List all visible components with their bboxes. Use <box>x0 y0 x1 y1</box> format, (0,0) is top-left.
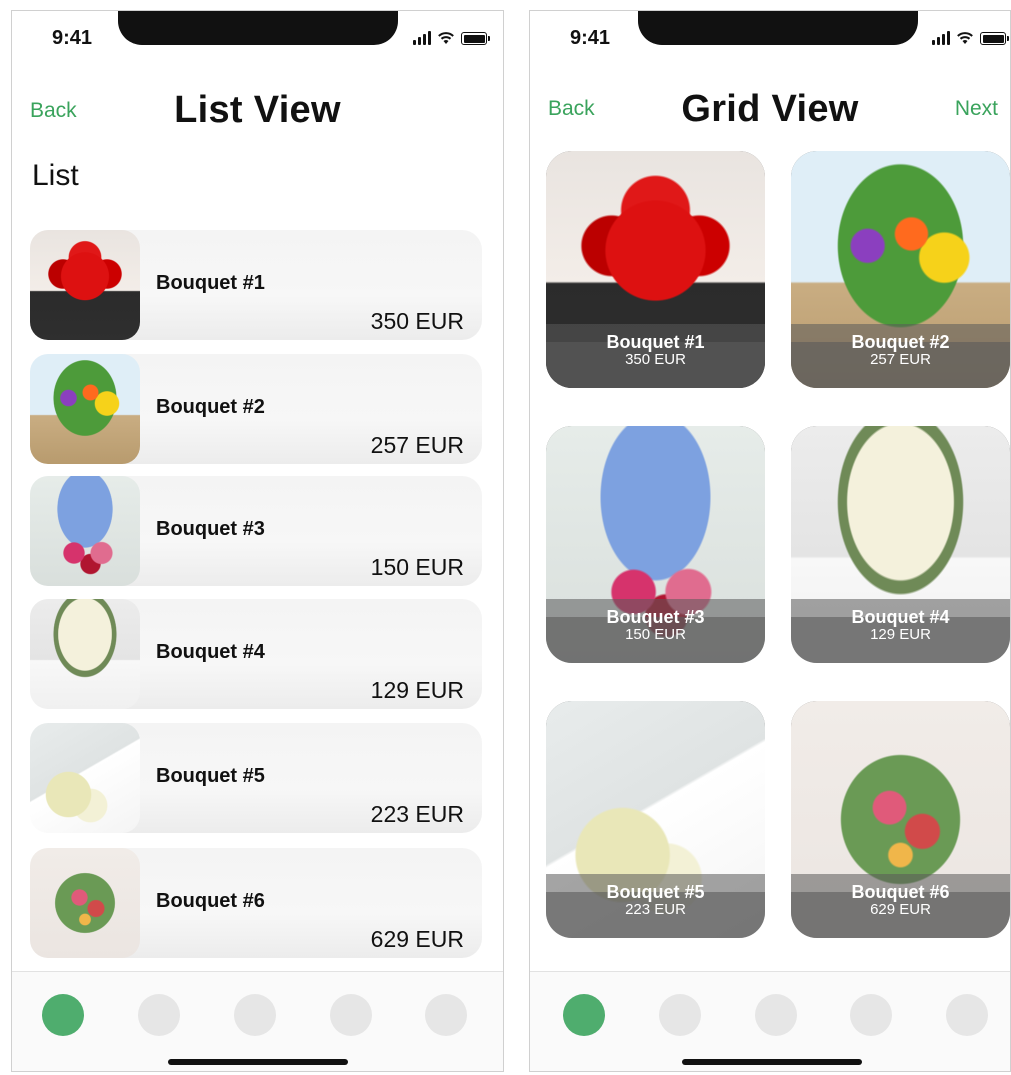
grid-item-bouquet-1[interactable]: Bouquet #1 350 EUR <box>546 151 765 388</box>
list-item-bouquet-2[interactable]: Bouquet #2 257 EUR <box>30 354 482 464</box>
status-icons <box>413 31 490 45</box>
list-item-price: 350 EUR <box>370 308 464 334</box>
grid-item-price: 350 EUR <box>625 351 686 368</box>
list-item-price: 223 EUR <box>370 801 464 827</box>
list-item-name: Bouquet #1 <box>156 272 265 294</box>
list-item-price: 150 EUR <box>370 554 464 580</box>
list-view-screen: 9:41 Back List View List Bouquet #1 350 … <box>11 10 504 1072</box>
home-indicator[interactable] <box>682 1059 862 1065</box>
grid-item-name: Bouquet #2 <box>851 332 950 352</box>
tab-bar <box>530 971 1010 1071</box>
page-title: List View <box>174 89 341 131</box>
tab-2[interactable] <box>659 994 701 1036</box>
list-item-price: 629 EUR <box>370 926 464 952</box>
grid-item-bouquet-3[interactable]: Bouquet #3 150 EUR <box>546 426 765 663</box>
tab-5[interactable] <box>946 994 988 1036</box>
grid-item-name: Bouquet #6 <box>851 882 950 902</box>
grid-item-price: 257 EUR <box>870 351 931 368</box>
grid-item-caption: Bouquet #1 350 EUR <box>546 324 765 388</box>
list-item-bouquet-3[interactable]: Bouquet #3 150 EUR <box>30 476 482 586</box>
grid-item-caption: Bouquet #6 629 EUR <box>791 874 1010 938</box>
grid-item-caption: Bouquet #2 257 EUR <box>791 324 1010 388</box>
wifi-icon <box>956 31 974 45</box>
grid-item-price: 629 EUR <box>870 901 931 918</box>
bouquet-photo <box>30 354 140 464</box>
battery-icon <box>980 32 1009 45</box>
tab-1[interactable] <box>563 994 605 1036</box>
bouquet-photo <box>30 476 140 586</box>
list-item-name: Bouquet #4 <box>156 641 265 663</box>
status-time: 9:41 <box>570 27 611 49</box>
list-item-price: 257 EUR <box>370 432 464 458</box>
page-title: Grid View <box>681 88 859 130</box>
bouquet-photo <box>30 599 140 709</box>
list-item-name: Bouquet #3 <box>156 518 265 540</box>
list-item-price: 129 EUR <box>370 677 464 703</box>
cellular-signal-icon <box>413 31 431 45</box>
tab-3[interactable] <box>234 994 276 1036</box>
grid-item-name: Bouquet #4 <box>851 607 950 627</box>
tab-1[interactable] <box>42 994 84 1036</box>
grid-view-screen: 9:41 Back Grid View Next Bouquet #1 350 … <box>529 10 1011 1072</box>
list-item-name: Bouquet #2 <box>156 396 265 418</box>
status-icons <box>932 31 1009 45</box>
grid-item-name: Bouquet #3 <box>606 607 705 627</box>
grid-item-bouquet-5[interactable]: Bouquet #5 223 EUR <box>546 701 765 938</box>
battery-icon <box>461 32 490 45</box>
grid-item-price: 223 EUR <box>625 901 686 918</box>
list-item-bouquet-4[interactable]: Bouquet #4 129 EUR <box>30 599 482 709</box>
list-item-name: Bouquet #6 <box>156 890 265 912</box>
status-time: 9:41 <box>52 27 93 49</box>
tab-4[interactable] <box>850 994 892 1036</box>
bouquet-photo <box>30 723 140 833</box>
grid-item-caption: Bouquet #5 223 EUR <box>546 874 765 938</box>
device-notch <box>118 11 398 45</box>
next-button[interactable]: Next <box>955 97 998 121</box>
grid-item-caption: Bouquet #4 129 EUR <box>791 599 1010 663</box>
tab-2[interactable] <box>138 994 180 1036</box>
tab-5[interactable] <box>425 994 467 1036</box>
grid-item-bouquet-4[interactable]: Bouquet #4 129 EUR <box>791 426 1010 663</box>
list-item-bouquet-1[interactable]: Bouquet #1 350 EUR <box>30 230 482 340</box>
grid-item-caption: Bouquet #3 150 EUR <box>546 599 765 663</box>
device-notch <box>638 11 918 45</box>
bouquet-photo <box>30 230 140 340</box>
cellular-signal-icon <box>932 31 950 45</box>
grid-item-bouquet-6[interactable]: Bouquet #6 629 EUR <box>791 701 1010 938</box>
tab-bar <box>12 971 503 1071</box>
list-item-bouquet-6[interactable]: Bouquet #6 629 EUR <box>30 848 482 958</box>
bouquet-photo <box>30 848 140 958</box>
grid-item-price: 150 EUR <box>625 626 686 643</box>
grid-item-bouquet-2[interactable]: Bouquet #2 257 EUR <box>791 151 1010 388</box>
grid-item-name: Bouquet #5 <box>606 882 705 902</box>
grid-item-price: 129 EUR <box>870 626 931 643</box>
wifi-icon <box>437 31 455 45</box>
list-item-name: Bouquet #5 <box>156 765 265 787</box>
tab-3[interactable] <box>755 994 797 1036</box>
grid-item-name: Bouquet #1 <box>606 332 705 352</box>
home-indicator[interactable] <box>167 1059 348 1065</box>
tab-4[interactable] <box>330 994 372 1036</box>
section-title: List <box>32 159 79 192</box>
list-item-bouquet-5[interactable]: Bouquet #5 223 EUR <box>30 723 482 833</box>
